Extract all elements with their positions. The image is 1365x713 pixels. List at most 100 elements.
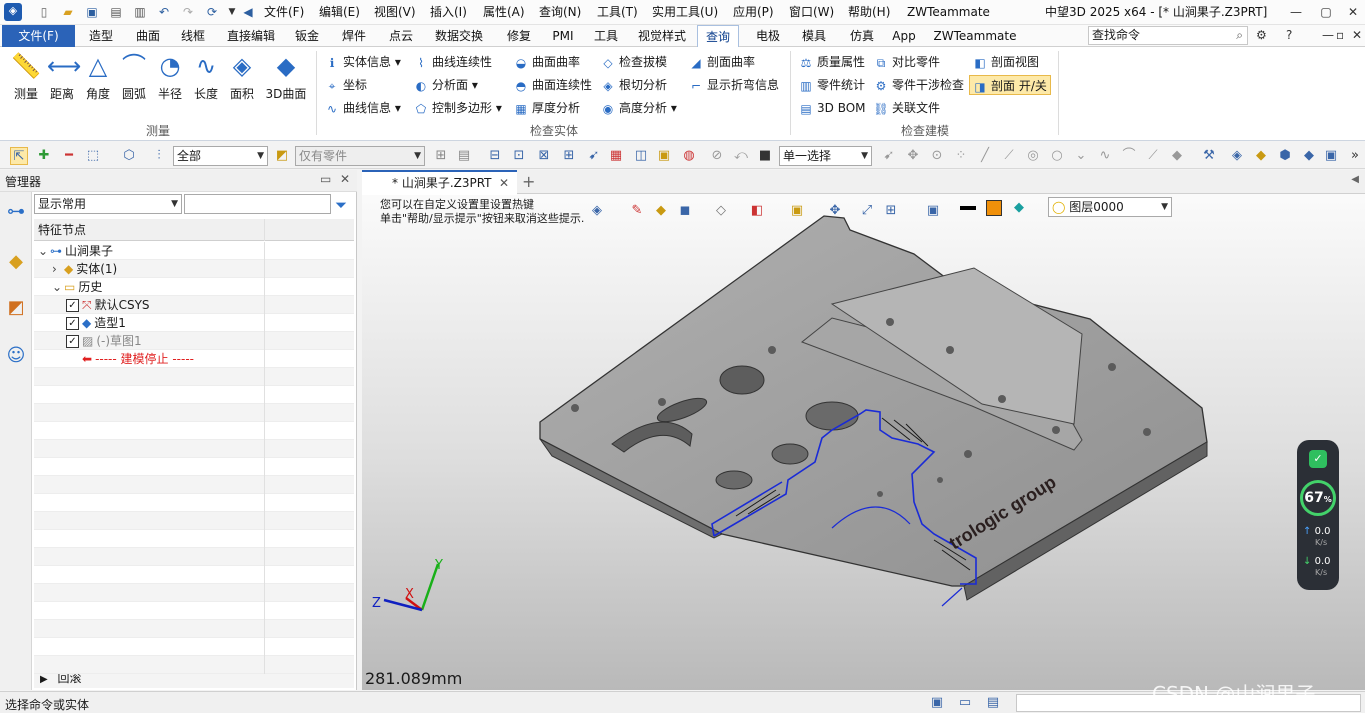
visibility-checkbox[interactable]: ✓: [66, 299, 79, 312]
menu-edit[interactable]: 编辑(E): [319, 5, 360, 20]
tool-icon[interactable]: ⁘: [952, 147, 970, 165]
tool-icon[interactable]: ◆: [1252, 147, 1270, 165]
curve-continuity-button[interactable]: ⌇ 曲线连续性: [413, 52, 492, 72]
interference-check-button[interactable]: ⚙ 零件干涉检查: [873, 75, 964, 95]
tab-15[interactable]: 模具: [793, 25, 835, 47]
expand-arrow-icon[interactable]: ⌄: [38, 242, 50, 260]
status-toggle-icon[interactable]: ▣: [928, 694, 946, 712]
maximize-icon[interactable]: ▢: [1318, 4, 1334, 20]
funnel-icon[interactable]: ⏷: [335, 196, 347, 214]
tab-8[interactable]: 数据交换: [426, 25, 492, 47]
cursor-icon[interactable]: ➹: [585, 147, 603, 165]
tab-list-icon[interactable]: ◀: [1351, 174, 1359, 185]
part-body[interactable]: [539, 215, 1208, 601]
circle-icon[interactable]: ◎: [1024, 147, 1042, 165]
new-tab-icon[interactable]: +: [522, 172, 535, 191]
view-manager-icon[interactable]: ◩: [4, 296, 28, 320]
document-tab[interactable]: * 山涧果子.Z3PRT ✕: [362, 170, 517, 195]
compare-parts-button[interactable]: ⧉ 对比零件: [873, 52, 940, 72]
manager-search-input[interactable]: [184, 194, 331, 214]
more-icon[interactable]: »: [1346, 147, 1364, 165]
area-button[interactable]: ◈ 面积: [224, 51, 260, 111]
tab-6[interactable]: 焊件: [333, 25, 375, 47]
mass-properties-button[interactable]: ⚖ 质量属性: [798, 52, 865, 72]
menu-zwteammate[interactable]: ZWTeammate: [907, 5, 990, 20]
curve-icon[interactable]: ⌄: [1072, 147, 1090, 165]
tree-row[interactable]: [34, 638, 354, 656]
tree-row[interactable]: [34, 476, 354, 494]
angle-button[interactable]: △ 角度: [80, 51, 116, 111]
tab-12[interactable]: 视觉样式: [631, 25, 693, 47]
surface-continuity-button[interactable]: ◓ 曲面连续性: [513, 75, 592, 95]
tree-row[interactable]: [34, 386, 354, 404]
arc-icon[interactable]: ⌒: [1120, 147, 1138, 165]
tree-row[interactable]: [34, 656, 354, 674]
model-canvas[interactable]: trologic group Y X Z: [362, 194, 1365, 690]
measure-button[interactable]: 📏 测量: [8, 51, 44, 111]
remove-icon[interactable]: ━: [60, 147, 78, 165]
tab-18[interactable]: ZWTeammate: [930, 25, 1020, 47]
entity-info-button[interactable]: ℹ 实体信息 ▾: [324, 52, 401, 72]
settings-icon[interactable]: ⚙: [1256, 28, 1267, 42]
tab-0[interactable]: 文件(F): [2, 25, 75, 47]
pick-icon[interactable]: ⇱: [10, 147, 28, 165]
lock-icon[interactable]: ⊞: [432, 147, 450, 165]
box-select-icon[interactable]: ⬚: [84, 147, 102, 165]
tree-row[interactable]: [34, 548, 354, 566]
menu-window[interactable]: 窗口(W): [789, 5, 834, 20]
arc-button[interactable]: ⌒ 圆弧: [116, 51, 152, 111]
select-mode-combo[interactable]: 单一选择 ▼: [779, 146, 872, 166]
tree-row[interactable]: [34, 512, 354, 530]
tool-icon[interactable]: ➹: [880, 147, 898, 165]
open-folder-icon[interactable]: ▰: [60, 4, 76, 20]
tab-2[interactable]: 曲面: [127, 25, 169, 47]
print-preview-icon[interactable]: ▥: [132, 4, 148, 20]
control-polygon-button[interactable]: ⬠ 控制多边形 ▾: [413, 98, 502, 118]
part-statistics-button[interactable]: ▥ 零件统计: [798, 75, 865, 95]
stop-icon[interactable]: ■: [756, 147, 774, 165]
app-logo-icon[interactable]: ◈: [4, 3, 22, 21]
qa-dropdown-icon[interactable]: ▼: [224, 4, 240, 20]
tree-row[interactable]: ⌄ ▭ 历史: [34, 278, 354, 296]
radius-button[interactable]: ◔ 半径: [152, 51, 188, 111]
tab-4[interactable]: 直接编辑: [221, 25, 281, 47]
tree-row[interactable]: [34, 422, 354, 440]
tree-row[interactable]: [34, 440, 354, 458]
tool-icon[interactable]: ✥: [904, 147, 922, 165]
tree-row[interactable]: ✓ ▨ (-)草图1: [34, 332, 354, 350]
tool-icon[interactable]: ◍: [680, 147, 698, 165]
pin-icon[interactable]: ▭: [320, 172, 331, 186]
tree-row[interactable]: ⌄ ⊶ 山涧果子: [34, 242, 354, 260]
tree-row[interactable]: ✓ ◆ 造型1: [34, 314, 354, 332]
3d-surface-button[interactable]: ◆ 3D曲面: [264, 51, 308, 111]
tree-row[interactable]: [34, 494, 354, 512]
expand-arrow-icon[interactable]: ⌄: [52, 278, 64, 296]
close-panel-icon[interactable]: ✕: [340, 172, 350, 186]
tree-row[interactable]: [34, 530, 354, 548]
tab-13[interactable]: 查询: [697, 25, 739, 48]
section-view-button[interactable]: ◧ 剖面视图: [972, 52, 1039, 72]
menu-attribute[interactable]: 属性(A): [483, 5, 525, 20]
tool-icon[interactable]: ◆: [1168, 147, 1186, 165]
surface-curvature-button[interactable]: ◒ 曲面曲率: [513, 52, 580, 72]
scope-icon[interactable]: ◩: [273, 147, 291, 165]
circle-icon[interactable]: ○: [1048, 147, 1066, 165]
3d-bom-button[interactable]: ▤ 3D BOM: [798, 98, 865, 118]
tool-icon[interactable]: ◫: [632, 147, 650, 165]
tool-icon[interactable]: ⊠: [535, 147, 553, 165]
related-files-button[interactable]: ⛓ 关联文件: [873, 98, 940, 118]
tab-11[interactable]: 工具: [585, 25, 627, 47]
history-manager-icon[interactable]: ⊶: [4, 200, 28, 224]
user-icon[interactable]: ☺: [4, 344, 28, 368]
tool-icon[interactable]: ▦: [607, 147, 625, 165]
tool-icon[interactable]: ⬢: [1276, 147, 1294, 165]
close-icon[interactable]: ✕: [1345, 4, 1361, 20]
curve-info-button[interactable]: ∿ 曲线信息 ▾: [324, 98, 401, 118]
performance-monitor[interactable]: ✓ 67% ↑ 0.0 K/s ↓ 0.0 K/s: [1297, 440, 1339, 590]
tree-row[interactable]: [34, 602, 354, 620]
tab-close-icon[interactable]: ✕: [499, 172, 509, 194]
save-icon[interactable]: ▣: [84, 4, 100, 20]
menu-file[interactable]: 文件(F): [264, 5, 304, 20]
tab-5[interactable]: 钣金: [286, 25, 328, 47]
line-icon[interactable]: ⟋: [1144, 147, 1162, 165]
